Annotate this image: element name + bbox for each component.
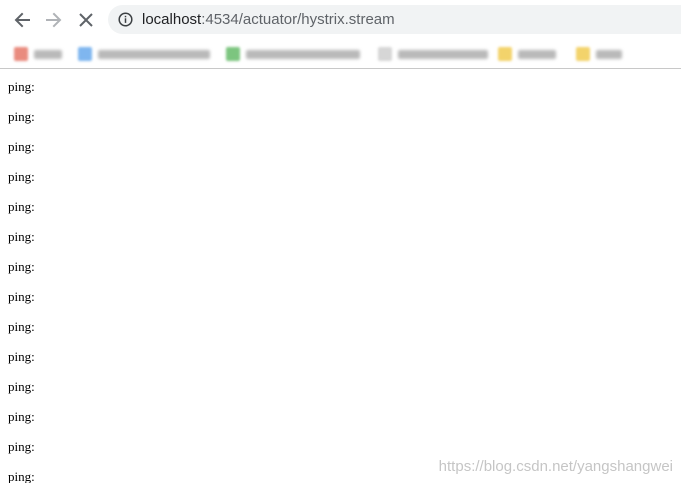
bookmark-label-blurred (246, 49, 360, 59)
stream-line: ping: (8, 319, 35, 334)
info-icon[interactable] (118, 12, 133, 27)
arrow-left-icon (14, 12, 30, 28)
bookmark-favicon (576, 47, 590, 61)
bookmark-item[interactable] (498, 44, 556, 64)
stream-line: ping: (8, 79, 35, 94)
bookmark-label-blurred (596, 49, 622, 59)
close-icon (79, 13, 93, 27)
stream-line: ping: (8, 139, 35, 154)
stream-line: ping: (8, 199, 35, 214)
url-path: :4534/actuator/hystrix.stream (201, 11, 395, 28)
stream-line: ping: (8, 109, 35, 124)
url-text[interactable]: localhost:4534/actuator/hystrix.stream (142, 11, 395, 28)
bookmark-favicon (226, 47, 240, 61)
bookmark-label-blurred (398, 49, 488, 59)
stream-line: ping: (8, 349, 35, 364)
bookmarks-bar (0, 40, 681, 69)
address-bar[interactable]: localhost:4534/actuator/hystrix.stream (108, 5, 681, 34)
bookmark-label-blurred (34, 49, 62, 59)
back-button[interactable] (9, 8, 35, 32)
stream-line: ping: (8, 289, 35, 304)
bookmark-item[interactable] (14, 44, 62, 64)
url-host: localhost (142, 11, 202, 28)
bookmark-favicon (14, 47, 28, 61)
watermark: https://blog.csdn.net/yangshangwei (438, 458, 673, 475)
stream-line: ping: (8, 169, 35, 184)
bookmark-favicon (498, 47, 512, 61)
bookmark-label-blurred (98, 49, 210, 59)
browser-toolbar: localhost:4534/actuator/hystrix.stream (0, 0, 681, 40)
bookmark-favicon (78, 47, 92, 61)
arrow-right-icon (46, 12, 62, 28)
stream-line: ping: (8, 259, 35, 274)
bookmark-item[interactable] (78, 44, 210, 64)
page-content: ping: ping: ping: ping: ping: ping: ping… (0, 69, 681, 483)
stream-line: ping: (8, 439, 35, 454)
forward-button[interactable] (41, 8, 67, 32)
stream-line: ping: (8, 379, 35, 394)
stream-line: ping: (8, 469, 35, 483)
bookmark-item[interactable] (378, 44, 488, 64)
bookmark-label-blurred (518, 49, 556, 59)
browser-window: localhost:4534/actuator/hystrix.stream p… (0, 0, 681, 483)
bookmark-favicon (378, 47, 392, 61)
bookmark-item[interactable] (576, 44, 622, 64)
stream-line: ping: (8, 409, 35, 424)
bookmark-item[interactable] (226, 44, 360, 64)
stream-line: ping: (8, 229, 35, 244)
stop-loading-button[interactable] (73, 8, 99, 32)
